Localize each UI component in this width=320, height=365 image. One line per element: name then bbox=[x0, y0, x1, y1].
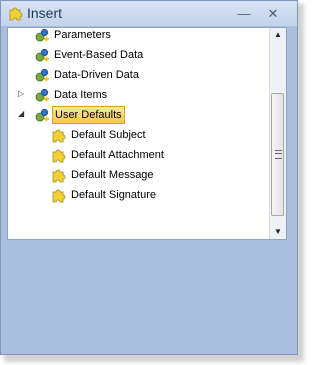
tree-item-label: Default Attachment bbox=[71, 149, 164, 161]
scroll-down-button[interactable]: ▼ bbox=[270, 225, 286, 239]
tree-item-label: Parameters bbox=[54, 29, 111, 41]
puzzle-icon bbox=[52, 189, 66, 203]
puzzle-icon bbox=[52, 149, 66, 163]
tree-item-label: Default Message bbox=[71, 169, 154, 181]
tree-item-label: Default Signature bbox=[71, 189, 156, 201]
tree-item-label: Data Items bbox=[54, 89, 108, 101]
gear-plus-icon bbox=[35, 28, 49, 42]
close-button[interactable]: ✕ bbox=[265, 6, 281, 21]
minimize-button[interactable]: — bbox=[236, 6, 252, 21]
tree-item-label: Event-Based Data bbox=[54, 49, 144, 61]
collapse-arrow-icon[interactable]: ◢ bbox=[18, 110, 26, 118]
scroll-thumb[interactable] bbox=[271, 93, 284, 216]
expand-arrow-icon[interactable]: ▷ bbox=[18, 90, 26, 98]
scroll-up-button[interactable]: ▲ bbox=[270, 28, 286, 42]
tree-item-label: Default Subject bbox=[71, 129, 146, 141]
gear-plus-icon bbox=[35, 88, 49, 102]
title-bar[interactable]: Insert — ✕ bbox=[1, 1, 297, 26]
tree-view[interactable]: Parameters Event-Based Data Data-Driven … bbox=[8, 28, 270, 239]
window-title: Insert bbox=[27, 5, 63, 21]
puzzle-icon bbox=[52, 129, 66, 143]
gear-plus-icon bbox=[35, 48, 49, 62]
puzzle-icon bbox=[52, 169, 66, 183]
puzzle-icon bbox=[9, 7, 23, 21]
insert-window: Insert — ✕ Parameters Event-Based Data D… bbox=[0, 0, 298, 355]
tree-panel: Parameters Event-Based Data Data-Driven … bbox=[7, 27, 287, 240]
gear-plus-icon bbox=[35, 68, 49, 82]
grip-icon bbox=[275, 150, 282, 159]
tree-item-label: Data-Driven Data bbox=[54, 69, 139, 81]
vertical-scrollbar[interactable]: ▲ ▼ bbox=[269, 28, 286, 239]
tree-item-label: User Defaults bbox=[52, 106, 125, 124]
gear-plus-icon bbox=[35, 108, 49, 122]
